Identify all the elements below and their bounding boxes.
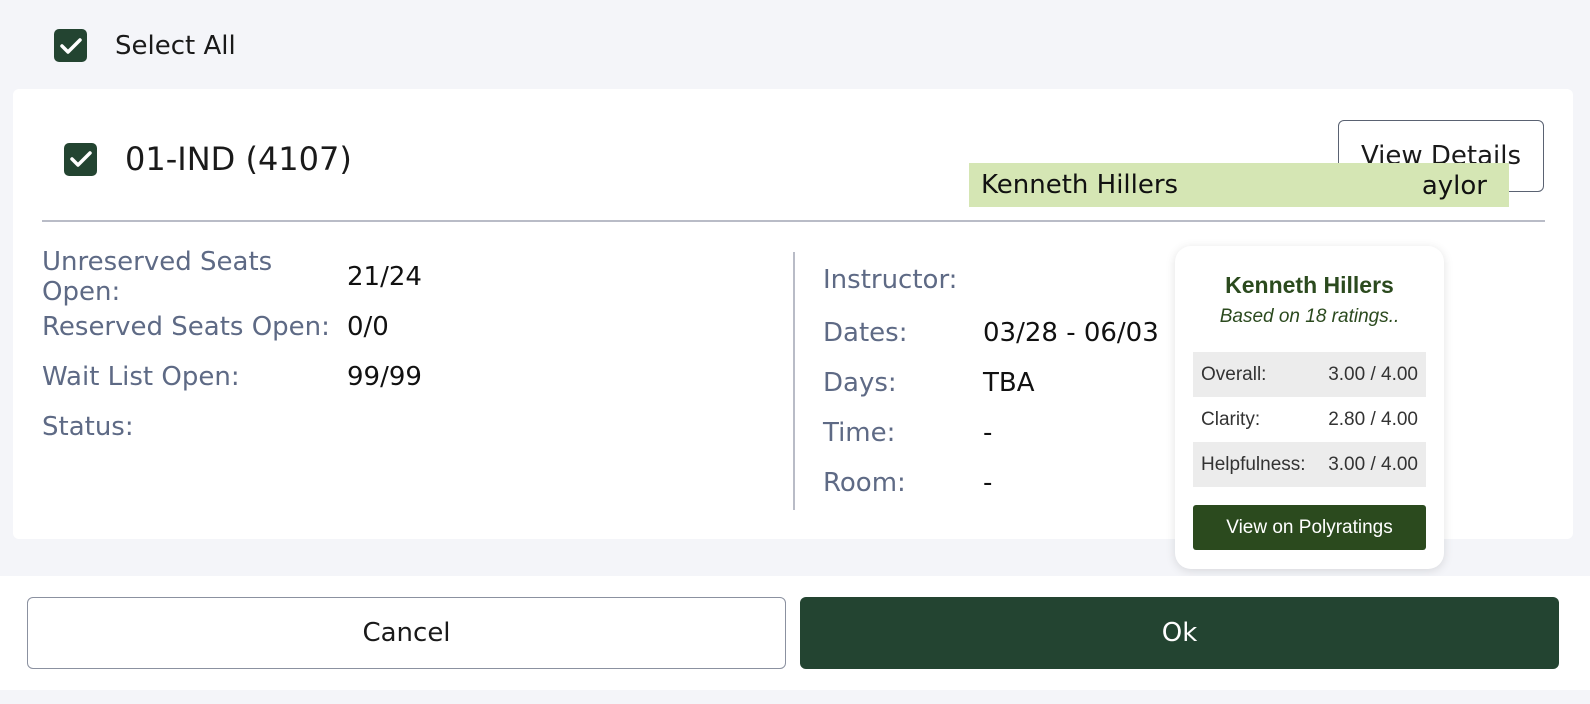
info-label: Instructor: [823, 265, 958, 295]
rating-value: 2.80 / 4.00 [1328, 408, 1418, 430]
select-all-label: Select All [115, 30, 236, 61]
select-all-checkbox[interactable] [54, 29, 87, 62]
seats-info: Unreserved Seats Open: 21/24 Reserved Se… [42, 247, 422, 452]
info-row-waitlist: Wait List Open: 99/99 [42, 352, 422, 402]
schedule-info: Instructor: Dates: 03/28 - 06/03 Days: T… [823, 252, 1159, 508]
rating-row-helpfulness: Helpfulness: 3.00 / 4.00 [1193, 442, 1426, 487]
info-value: 99/99 [347, 362, 422, 392]
info-label: Dates: [823, 318, 908, 348]
info-label: Time: [823, 418, 896, 448]
ratings-table: Overall: 3.00 / 4.00 Clarity: 2.80 / 4.0… [1193, 352, 1426, 487]
info-label: Wait List Open: [42, 362, 240, 392]
checkmark-icon [59, 37, 82, 54]
info-row-instructor: Instructor: [823, 252, 1159, 308]
info-label: Reserved Seats Open: [42, 312, 330, 342]
info-value: - [983, 418, 993, 448]
section-title: 01-IND (4107) [125, 140, 352, 178]
info-row-room: Room: - [823, 458, 1159, 508]
popup-instructor-name: Kenneth Hillers [1225, 272, 1394, 298]
ok-button[interactable]: Ok [800, 597, 1559, 669]
info-row-reserved: Reserved Seats Open: 0/0 [42, 302, 422, 352]
rating-label: Overall: [1201, 363, 1267, 385]
instructor-link[interactable]: Kenneth Hillers aylor [969, 163, 1509, 207]
info-row-time: Time: - [823, 408, 1159, 458]
rating-row-clarity: Clarity: 2.80 / 4.00 [1193, 397, 1426, 442]
info-label: Days: [823, 368, 897, 398]
dialog-footer: Cancel Ok [0, 576, 1590, 690]
info-value: TBA [983, 368, 1035, 398]
divider [42, 220, 1545, 222]
select-all-row[interactable]: Select All [54, 29, 236, 62]
rating-value: 3.00 / 4.00 [1328, 363, 1418, 385]
instructor-rating-popup: Kenneth Hillers Based on 18 ratings.. Ov… [1175, 246, 1444, 569]
info-value: 03/28 - 06/03 [983, 318, 1159, 348]
view-on-polyratings-button[interactable]: View on Polyratings [1193, 505, 1426, 550]
info-value: 21/24 [347, 262, 422, 292]
info-value: - [983, 468, 993, 498]
info-row-unreserved: Unreserved Seats Open: 21/24 [42, 247, 422, 307]
info-row-status: Status: [42, 402, 422, 452]
rating-value: 3.00 / 4.00 [1328, 453, 1418, 475]
instructor-name: Kenneth Hillers [981, 170, 1179, 200]
section-header: 01-IND (4107) [64, 140, 352, 178]
info-row-dates: Dates: 03/28 - 06/03 [823, 308, 1159, 358]
info-label: Unreserved Seats Open: [42, 247, 273, 307]
info-label: Status: [42, 412, 134, 442]
rating-label: Clarity: [1201, 408, 1261, 430]
section-checkbox[interactable] [64, 142, 97, 176]
rating-label: Helpfulness: [1201, 453, 1306, 475]
column-divider [793, 252, 795, 510]
cancel-button[interactable]: Cancel [27, 597, 786, 669]
info-label: Room: [823, 468, 906, 498]
rating-row-overall: Overall: 3.00 / 4.00 [1193, 352, 1426, 397]
info-value: 0/0 [347, 312, 389, 342]
checkmark-icon [69, 151, 92, 167]
popup-rating-count: Based on 18 ratings.. [1219, 306, 1400, 327]
instructor-name-overflow: aylor [1421, 171, 1487, 201]
info-row-days: Days: TBA [823, 358, 1159, 408]
